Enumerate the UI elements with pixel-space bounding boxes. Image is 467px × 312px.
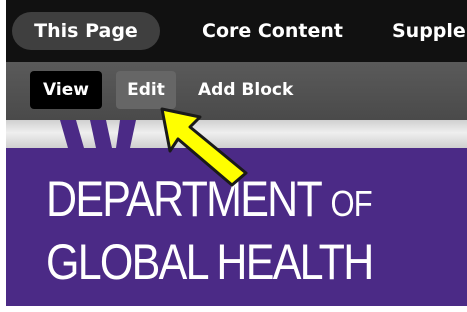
view-button[interactable]: View — [30, 71, 102, 109]
tab-core-content[interactable]: Core Content — [202, 12, 343, 50]
tab-supplemental[interactable]: Supple — [392, 12, 466, 50]
yellow-arrow-icon — [160, 107, 248, 187]
screenshot-frame: This Page Core Content Supple View Edit … — [0, 0, 467, 312]
top-tab-bar: This Page Core Content Supple — [0, 0, 467, 62]
title-line-2: GLOBAL HEALTH — [46, 234, 374, 290]
title-line-1-of: OF — [330, 183, 373, 224]
left-border — [0, 0, 6, 312]
tab-this-page[interactable]: This Page — [12, 12, 160, 50]
bottom-border — [0, 306, 467, 312]
